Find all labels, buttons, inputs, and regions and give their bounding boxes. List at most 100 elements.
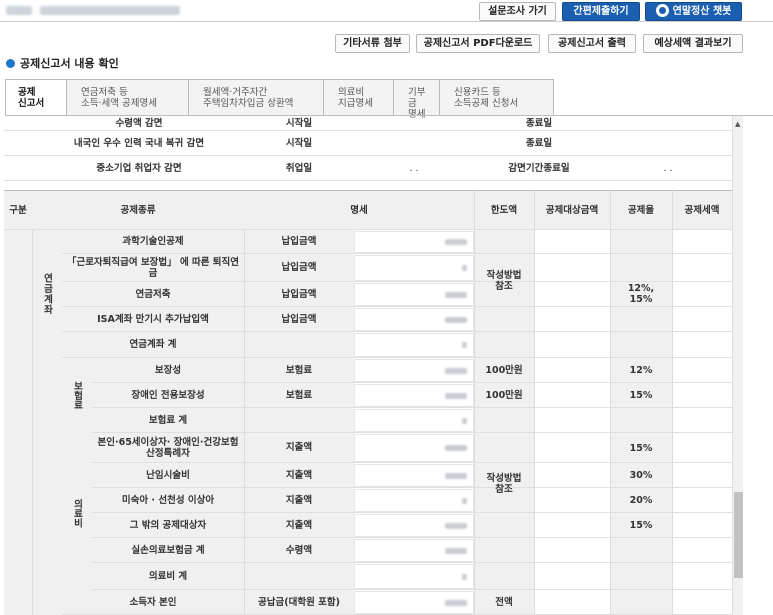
row-label: 종료일: [525, 117, 553, 129]
tab-deduction-form[interactable]: 공제 신고서: [5, 79, 66, 116]
scroll-thumb[interactable]: [734, 492, 743, 578]
tab-donation[interactable]: 기부금 명세: [393, 79, 439, 120]
amount-field[interactable]: [354, 283, 474, 306]
amount-field[interactable]: [354, 591, 474, 614]
education-limit: 전액: [495, 597, 513, 608]
amount-blurred: [462, 573, 467, 580]
group-pension: 연금계좌: [41, 273, 53, 315]
header-gubun: 구분: [9, 204, 27, 216]
header-amount: 공제세액: [684, 204, 720, 216]
deduction-kind: 지출액: [285, 494, 313, 506]
deduction-type: 미숙아 · 선천성 이상아: [121, 494, 215, 506]
date-field[interactable]: . .: [354, 156, 474, 180]
amount-field[interactable]: [354, 464, 474, 487]
amount-blurred: [445, 547, 467, 554]
deduction-kind: 수령액: [285, 544, 313, 556]
amount-blurred: [445, 599, 467, 606]
vertical-scrollbar[interactable]: ▲: [732, 116, 743, 615]
table-row: 중소기업 취업자 감면 취업일 . . 감면기간종료일 . .: [4, 156, 732, 181]
tab-pension-savings[interactable]: 연금저축 등 소득·세액 공제명세: [66, 79, 188, 116]
deduction-kind: 납입금액: [281, 313, 317, 325]
chatbot-label: 연말정산 챗봇: [672, 6, 732, 17]
tab-monthly-rent[interactable]: 월세액·거주자간 주택임차차입금 상환액: [188, 79, 323, 116]
pdf-download-button[interactable]: 공제신고서 PDF다운로드: [416, 34, 540, 53]
content-panel: 수령액 감면 시작일 종료일 내국인 우수 인력 국내 복귀 감면 시작일 종료…: [4, 116, 732, 615]
chatbot-button[interactable]: 연말정산 챗봇: [645, 2, 742, 21]
row-label: 감면기간종료일: [508, 162, 570, 174]
deduction-type: 보험료 계: [148, 414, 188, 426]
row-label: 종료일: [525, 137, 553, 149]
header-target: 공제대상금액: [545, 204, 599, 216]
table-row: 수령액 감면 시작일 종료일: [4, 116, 732, 131]
row-label: 내국인 우수 인력 국내 복귀 감면: [73, 137, 205, 149]
page-title: 공제신고서 내용 확인: [6, 55, 119, 71]
amount-field[interactable]: [354, 359, 474, 382]
amount-field[interactable]: [354, 333, 474, 357]
deduction-type: 과학기술인공제: [122, 236, 184, 247]
insurance-rate: 15%: [629, 390, 653, 401]
insurance-limit: 100만원: [485, 365, 523, 376]
deduction-type: 그 밖의 공제대상자: [129, 519, 207, 531]
amount-blurred: [445, 392, 467, 399]
deduction-type: 실손의료보험금 계: [131, 544, 205, 556]
amount-field[interactable]: [354, 308, 474, 331]
amount-field[interactable]: [354, 489, 474, 512]
amount-blurred: [445, 291, 467, 298]
attach-documents-button[interactable]: 기타서류 첨부: [335, 34, 410, 53]
tab-label: 신고서: [18, 98, 45, 109]
deduction-type: 장애인 전용보장성: [131, 389, 205, 401]
amount-field[interactable]: [354, 231, 474, 253]
tab-label: 주택임차차입금 상환액: [203, 98, 294, 109]
table-row: 소득자 본인 공납금(대학원 포함): [62, 590, 732, 615]
tab-credit-card[interactable]: 신용카드 등 소득공제 신청서: [439, 79, 554, 116]
deduction-kind: 지출액: [285, 442, 313, 453]
deduction-type: 소득자 본인: [129, 596, 177, 608]
amount-field[interactable]: [354, 255, 474, 281]
amount-field[interactable]: [354, 514, 474, 537]
deduction-kind: 납입금액: [281, 288, 317, 300]
group-insurance: 보험료: [71, 381, 83, 410]
amount-blurred: [462, 342, 467, 348]
table-row: 내국인 우수 인력 국내 복귀 감면 시작일 종료일: [4, 131, 732, 156]
deduction-kind: 납입금액: [281, 262, 317, 273]
amount-field[interactable]: [354, 564, 474, 589]
row-label: 중소기업 취업자 감면: [96, 162, 182, 174]
table-header: 구분 공제종류 명세 한도액 공제대상금액 공제율 공제세액: [4, 190, 732, 230]
medical-limit: 작성방법 참조: [486, 473, 522, 495]
amount-field[interactable]: [354, 539, 474, 562]
row-label: 취업일: [285, 162, 313, 174]
deduction-kind: 보험료: [285, 389, 313, 401]
date-field[interactable]: . .: [604, 156, 732, 180]
header-type: 공제종류: [120, 204, 156, 216]
deduction-kind: 지출액: [285, 519, 313, 531]
amount-field[interactable]: [354, 384, 474, 407]
group-medical: 의료비: [71, 498, 83, 528]
tab-medical[interactable]: 의료비 지급명세: [323, 79, 393, 116]
table-row: 실손의료보험금 계 수령액: [92, 538, 732, 563]
chatbot-icon: [655, 3, 669, 17]
scroll-up-icon[interactable]: ▲: [735, 120, 740, 128]
deduction-type: 의료비 계: [148, 570, 188, 582]
amount-field[interactable]: [354, 434, 474, 462]
tab-label: 신용카드 등: [454, 87, 501, 98]
row-label: 수령액 감면: [115, 117, 163, 129]
header-detail: 명세: [350, 204, 368, 216]
tab-bar: 공제 신고서 연금저축 등 소득·세액 공제명세 월세액·거주자간 주택임차차입금 상…: [5, 79, 554, 120]
amount-blurred: [462, 417, 467, 424]
tab-label: 소득공제 신청서: [454, 98, 519, 109]
amount-blurred: [445, 239, 467, 245]
survey-button[interactable]: 설문조사 가기: [479, 2, 556, 21]
print-button[interactable]: 공제신고서 출력: [548, 34, 636, 53]
deduction-type: 보장성: [154, 364, 182, 376]
deduction-type: 연금저축: [135, 288, 171, 300]
medical-rate: 30%: [629, 470, 653, 481]
estimate-result-button[interactable]: 예상세액 결과보기: [643, 34, 743, 53]
amount-field[interactable]: [354, 409, 474, 432]
user-info-blurred: [6, 6, 32, 15]
deduction-type: 본인·65세이상자· 장애인·건강보험산정특례자: [97, 436, 239, 459]
tab-label: 연금저축 등: [81, 87, 128, 98]
simple-submit-button[interactable]: 간편제출하기: [562, 2, 640, 21]
deduction-type: ISA계좌 만기시 추가납입액: [97, 313, 209, 325]
tab-label: 의료비: [338, 87, 365, 98]
insurance-rate: 12%: [629, 365, 653, 376]
